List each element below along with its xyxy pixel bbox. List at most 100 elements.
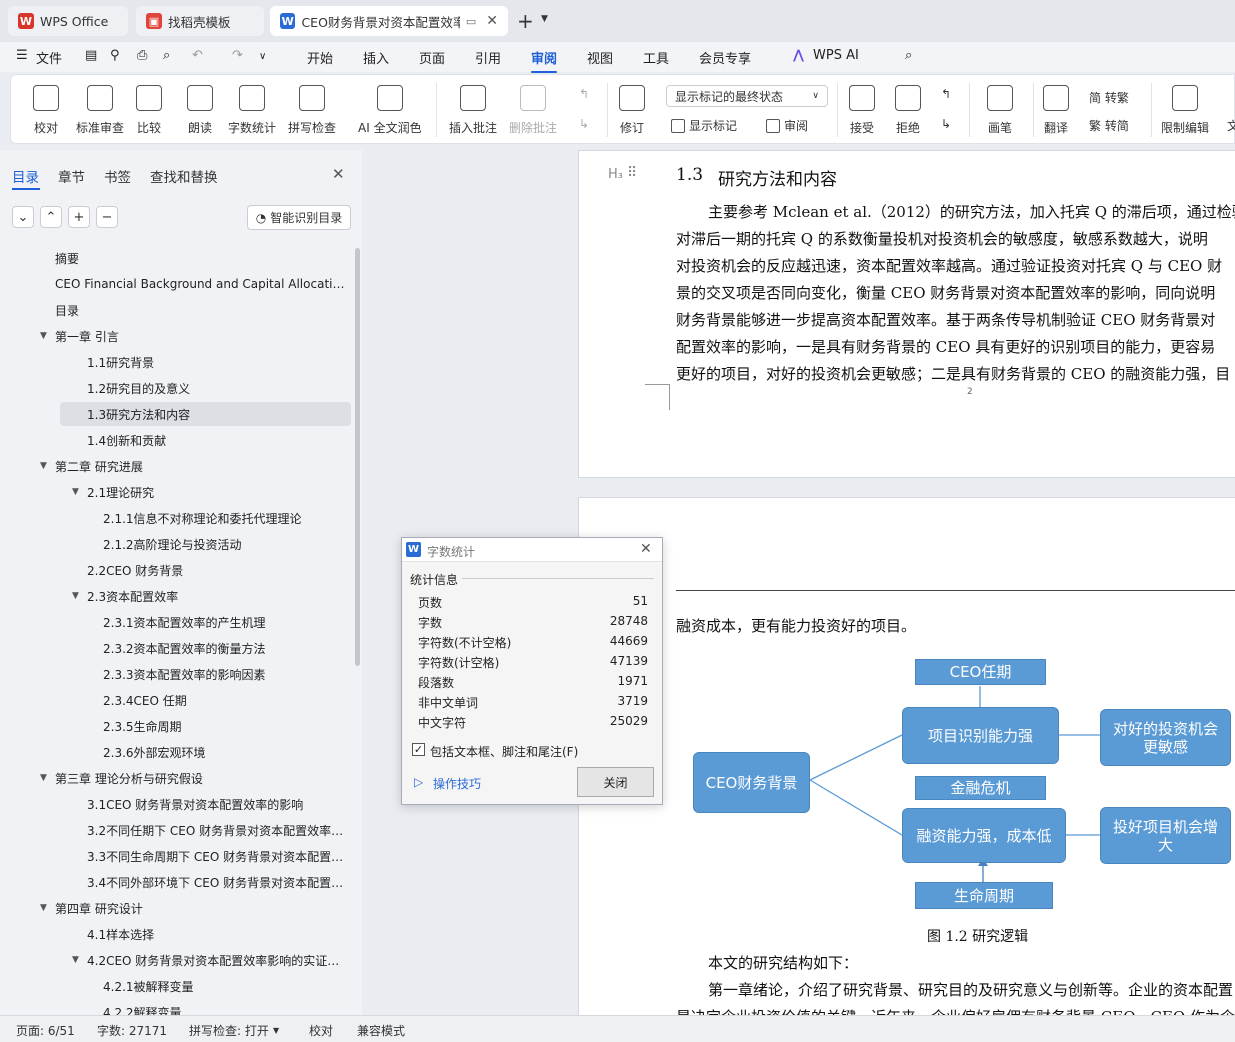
delete-comment-button[interactable]: 删除批注 xyxy=(509,85,557,136)
accept-button[interactable]: 接受 xyxy=(849,85,875,136)
toc-item[interactable]: 目录 xyxy=(0,298,352,322)
toc-item[interactable]: ▼ 2.1理论研究 xyxy=(0,480,352,504)
save-icon[interactable]: ▤ xyxy=(85,48,97,63)
toc-item[interactable]: 4.1样本选择 xyxy=(0,922,352,946)
menu-insert[interactable]: 插入 xyxy=(363,48,389,67)
status-proof[interactable]: 校对 xyxy=(309,1022,333,1039)
new-tab-icon[interactable]: + xyxy=(517,9,534,33)
menu-reference[interactable]: 引用 xyxy=(475,48,501,67)
toc-item[interactable]: 3.2不同任期下 CEO 财务背景对资本配置效率… xyxy=(0,818,352,842)
track-changes-button[interactable]: 修订 xyxy=(619,85,645,136)
redo-icon[interactable]: ↷ xyxy=(232,48,243,63)
close-icon[interactable]: ✕ xyxy=(332,165,345,183)
show-markup-button[interactable]: 显示标记 xyxy=(671,117,737,134)
status-page[interactable]: 页面: 6/51 xyxy=(16,1022,75,1039)
toc-item[interactable]: 3.4不同外部环境下 CEO 财务背景对资本配置… xyxy=(0,870,352,894)
word-count-button[interactable]: 字数统计 xyxy=(228,85,276,136)
more-chevron-icon[interactable]: ∨ xyxy=(259,51,266,62)
smart-toc-button[interactable]: ◔ 智能识别目录 xyxy=(247,205,351,230)
nav-tab-bookmarks[interactable]: 书签 xyxy=(104,166,131,186)
prev-comment-icon[interactable]: ↰ xyxy=(579,87,589,101)
close-icon[interactable]: ✕ xyxy=(486,13,498,29)
chevron-down-icon[interactable]: ▼ xyxy=(541,14,548,24)
menu-start[interactable]: 开始 xyxy=(307,48,333,67)
expand-arrow-icon[interactable]: ▼ xyxy=(40,461,47,471)
toc-item[interactable]: 1.2研究目的及意义 xyxy=(0,376,352,400)
toc-item[interactable]: 2.3.1资本配置效率的产生机理 xyxy=(0,610,352,634)
review-pane-button[interactable]: 审阅 xyxy=(766,117,808,134)
tips-link[interactable]: 操作技巧 xyxy=(433,775,481,792)
toc-item[interactable]: 2.3.3资本配置效率的影响因素 xyxy=(0,662,352,686)
nav-tab-find-replace[interactable]: 查找和替换 xyxy=(150,166,218,186)
heading-marker[interactable]: H₃ xyxy=(608,167,623,182)
toc-item[interactable]: ▼ 第四章 研究设计 xyxy=(0,896,352,920)
toc-item[interactable]: ▼ 第二章 研究进展 xyxy=(0,454,352,478)
chevron-down-icon[interactable]: ▼ xyxy=(273,1026,279,1035)
insert-comment-button[interactable]: 插入批注 xyxy=(449,85,497,136)
add-heading-button[interactable]: + xyxy=(68,206,90,228)
toc-item[interactable]: 3.3不同生命周期下 CEO 财务背景对资本配置… xyxy=(0,844,352,868)
expand-arrow-icon[interactable]: ▼ xyxy=(72,487,79,497)
close-icon[interactable]: ✕ xyxy=(640,541,652,557)
proofread-button[interactable]: 校对 xyxy=(33,85,59,136)
toc-item[interactable]: ▼ 第三章 理论分析与研究假设 xyxy=(0,766,352,790)
print-icon[interactable]: ⎙ xyxy=(137,48,147,63)
menu-review[interactable]: 审阅 xyxy=(531,48,558,73)
include-checkbox[interactable]: ✓ xyxy=(412,743,425,756)
toc-item[interactable]: CEO Financial Background and Capital All… xyxy=(0,272,352,296)
ai-polish-button[interactable]: AI 全文润色 xyxy=(358,85,422,136)
expand-arrow-icon[interactable]: ▼ xyxy=(72,955,79,965)
undo-icon[interactable]: ↶ xyxy=(192,48,203,63)
expand-arrow-icon[interactable]: ▼ xyxy=(72,591,79,601)
read-aloud-button[interactable]: 朗读 xyxy=(187,85,213,136)
toc-item[interactable]: 2.1.2高阶理论与投资活动 xyxy=(0,532,352,556)
preview-icon[interactable]: ⌕ xyxy=(163,48,170,63)
spell-check-button[interactable]: 拼写检查 xyxy=(288,85,336,136)
markup-select[interactable]: 显示标记的最终状态 ∨ xyxy=(666,85,828,107)
menu-member[interactable]: 会员专享 xyxy=(699,48,751,67)
expand-arrow-icon[interactable]: ▼ xyxy=(40,331,47,341)
menu-wps-ai[interactable]: WPS AI xyxy=(813,48,859,63)
menu-file[interactable]: 文件 xyxy=(36,48,62,67)
toc-item[interactable]: 2.3.6外部宏观环境 xyxy=(0,740,352,764)
toc-item[interactable]: 2.1.1信息不对称理论和委托代理理论 xyxy=(0,506,352,530)
tab-docer[interactable]: ▣ 找稻壳模板 xyxy=(136,6,264,36)
next-change-icon[interactable]: ↳ xyxy=(941,117,951,131)
menu-view[interactable]: 视图 xyxy=(587,48,613,67)
expand-arrow-icon[interactable]: ▼ xyxy=(40,773,47,783)
toc-item[interactable]: ▼ 2.3资本配置效率 xyxy=(0,584,352,608)
expand-arrow-icon[interactable]: ▼ xyxy=(40,903,47,913)
tab-document[interactable]: W CEO财务背景对资本配置效率 ▭ ✕ xyxy=(270,6,508,36)
toc-item[interactable]: 1.1研究背景 xyxy=(0,350,352,374)
compare-button[interactable]: 比较 xyxy=(136,85,162,136)
menu-page[interactable]: 页面 xyxy=(419,48,445,67)
toc-item[interactable]: 摘要 xyxy=(0,246,352,270)
toc-item[interactable]: 1.3研究方法和内容 xyxy=(60,402,351,426)
toc-item[interactable]: 3.1CEO 财务背景对资本配置效率的影响 xyxy=(0,792,352,816)
toc-item[interactable]: 1.4创新和贡献 xyxy=(0,428,352,452)
tab-wps-office[interactable]: W WPS Office xyxy=(8,6,128,36)
remove-heading-button[interactable]: − xyxy=(96,206,118,228)
next-comment-icon[interactable]: ↳ xyxy=(579,117,589,131)
nav-tab-chapters[interactable]: 章节 xyxy=(58,166,85,186)
prev-change-icon[interactable]: ↰ xyxy=(941,87,951,101)
hamburger-icon[interactable]: ☰ xyxy=(16,48,28,63)
reject-button[interactable]: 拒绝 xyxy=(895,85,921,136)
toc-item[interactable]: 2.3.5生命周期 xyxy=(0,714,352,738)
search-icon[interactable]: ⌕ xyxy=(905,48,912,63)
to-simplified-button[interactable]: 繁 转简 xyxy=(1089,117,1129,134)
close-button[interactable]: 关闭 xyxy=(577,767,654,797)
nav-scrollbar[interactable] xyxy=(355,248,360,666)
menu-tools[interactable]: 工具 xyxy=(643,48,669,67)
collapse-down-button[interactable]: ⌄ xyxy=(12,206,34,228)
toc-item[interactable]: ▼ 4.2CEO 财务背景对资本配置效率影响的实证… xyxy=(0,948,352,972)
nav-tab-toc[interactable]: 目录 xyxy=(12,166,39,186)
restrict-edit-button[interactable]: 限制编辑 xyxy=(1161,85,1209,136)
more-label[interactable]: 文 xyxy=(1227,117,1235,134)
monitor-icon[interactable]: ▭ xyxy=(466,15,476,28)
pin-icon[interactable]: ⚲ xyxy=(110,48,120,63)
std-review-button[interactable]: 标准审查 xyxy=(76,85,124,136)
toc-item[interactable]: 2.3.4CEO 任期 xyxy=(0,688,352,712)
status-spell[interactable]: 拼写检查: 打开 xyxy=(189,1022,269,1039)
toc-item[interactable]: ▼ 第一章 引言 xyxy=(0,324,352,348)
